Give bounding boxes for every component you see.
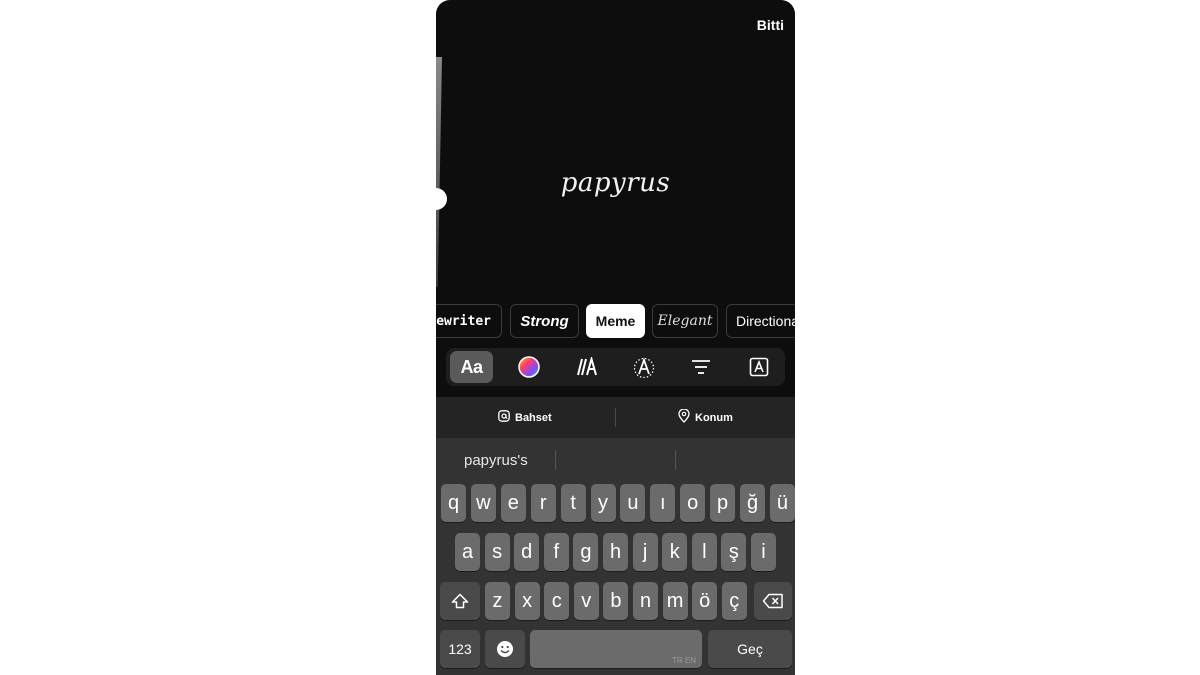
key-y[interactable]: y bbox=[590, 484, 616, 522]
text-tools-bar: Aa bbox=[446, 348, 785, 386]
key-b[interactable]: b bbox=[603, 582, 629, 620]
location-pin-icon bbox=[678, 408, 690, 426]
location-button[interactable]: Konum bbox=[678, 397, 733, 438]
key-f[interactable]: f bbox=[543, 533, 569, 571]
font-chip-strong[interactable]: Strong bbox=[510, 304, 579, 338]
emoji-key[interactable] bbox=[485, 630, 525, 668]
font-chip-elegant[interactable]: Elegant bbox=[652, 304, 718, 338]
divider bbox=[615, 408, 616, 427]
key-ı[interactable]: ı bbox=[650, 484, 676, 522]
key-r[interactable]: r bbox=[530, 484, 556, 522]
mention-button[interactable]: Bahset bbox=[498, 397, 552, 438]
location-label: Konum bbox=[695, 411, 733, 424]
font-chip-typewriter[interactable]: ewriter bbox=[436, 304, 502, 338]
key-w[interactable]: w bbox=[470, 484, 496, 522]
key-n[interactable]: n bbox=[633, 582, 658, 620]
story-text[interactable]: papyrus bbox=[436, 168, 795, 198]
return-key[interactable]: Geç bbox=[708, 630, 792, 668]
font-style-button[interactable]: Aa bbox=[450, 351, 493, 383]
text-background-icon[interactable] bbox=[737, 351, 780, 383]
color-wheel-icon[interactable] bbox=[507, 351, 550, 383]
key-z[interactable]: z bbox=[485, 582, 510, 620]
key-a[interactable]: a bbox=[455, 533, 480, 571]
key-s[interactable]: s bbox=[484, 533, 510, 571]
key-e[interactable]: e bbox=[500, 484, 526, 522]
key-m[interactable]: m bbox=[662, 582, 688, 620]
key-g[interactable]: g bbox=[573, 533, 599, 571]
key-l[interactable]: l bbox=[691, 533, 717, 571]
key-h[interactable]: h bbox=[603, 533, 628, 571]
key-ö[interactable]: ö bbox=[692, 582, 718, 620]
key-ş[interactable]: ş bbox=[721, 533, 747, 571]
key-t[interactable]: t bbox=[560, 484, 586, 522]
key-u[interactable]: u bbox=[620, 484, 646, 522]
backspace-key[interactable] bbox=[754, 582, 792, 620]
numbers-key[interactable]: 123 bbox=[440, 630, 480, 668]
key-q[interactable]: q bbox=[441, 484, 466, 522]
divider bbox=[675, 450, 676, 470]
key-ğ[interactable]: ğ bbox=[740, 484, 765, 522]
mention-label: Bahset bbox=[515, 411, 552, 424]
done-button[interactable]: Bitti bbox=[757, 17, 784, 33]
key-d[interactable]: d bbox=[514, 533, 540, 571]
key-x[interactable]: x bbox=[514, 582, 540, 620]
key-j[interactable]: j bbox=[632, 533, 658, 571]
key-i[interactable]: i bbox=[751, 533, 776, 571]
font-chip-directional[interactable]: Directional bbox=[726, 304, 795, 338]
mention-location-bar: Bahset Konum bbox=[436, 397, 795, 438]
divider bbox=[555, 450, 556, 470]
story-text-editor: Bitti papyrus ewriter Strong Meme Elegan… bbox=[436, 0, 795, 675]
font-chip-meme[interactable]: Meme bbox=[586, 304, 645, 338]
key-ü[interactable]: ü bbox=[769, 484, 795, 522]
text-animation-icon[interactable] bbox=[565, 351, 608, 383]
font-style-picker: ewriter Strong Meme Elegant Directional bbox=[436, 304, 795, 338]
keyboard: papyrus's 123 TR EN Geç q w e r t y u ı … bbox=[436, 438, 795, 675]
suggestion-1[interactable]: papyrus's bbox=[464, 438, 528, 482]
key-p[interactable]: p bbox=[710, 484, 736, 522]
key-o[interactable]: o bbox=[680, 484, 706, 522]
space-key[interactable]: TR EN bbox=[530, 630, 702, 668]
shift-key[interactable] bbox=[440, 582, 480, 620]
key-ç[interactable]: ç bbox=[721, 582, 747, 620]
autocorrect-bar: papyrus's bbox=[436, 438, 795, 482]
align-center-icon[interactable] bbox=[679, 351, 722, 383]
key-c[interactable]: c bbox=[544, 582, 570, 620]
key-v[interactable]: v bbox=[573, 582, 599, 620]
text-effect-icon[interactable] bbox=[622, 351, 665, 383]
key-k[interactable]: k bbox=[662, 533, 688, 571]
at-sign-icon bbox=[498, 410, 510, 425]
